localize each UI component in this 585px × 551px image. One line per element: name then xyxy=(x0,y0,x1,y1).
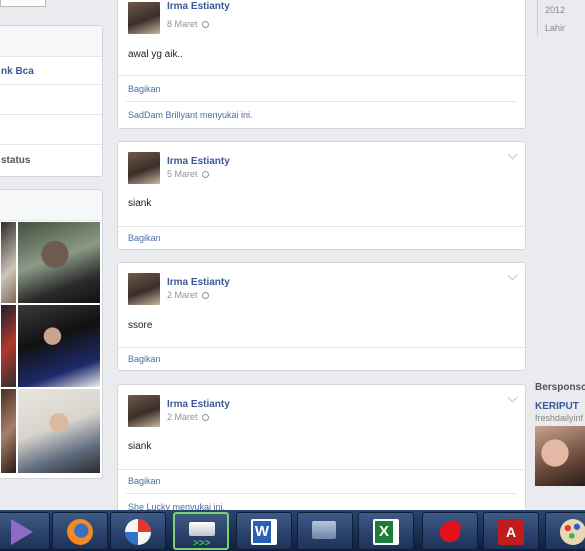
taskbar-button[interactable]: A xyxy=(483,512,539,550)
app-green-icon xyxy=(189,522,215,536)
post-divider xyxy=(118,469,525,470)
taskbar-button[interactable]: X xyxy=(358,512,414,550)
left-divider xyxy=(0,144,102,145)
post-date[interactable]: 8 Maret xyxy=(167,19,209,29)
post-author[interactable]: Irma Estianty xyxy=(167,156,230,167)
chevrons-icon: >>> xyxy=(193,538,211,549)
photo-thumb[interactable] xyxy=(17,221,101,304)
share-link[interactable]: Bagikan xyxy=(128,233,161,243)
top-left-tab xyxy=(0,0,46,7)
paint-splat-icon xyxy=(437,519,463,545)
excel-letter: X xyxy=(375,521,393,543)
photos-header xyxy=(0,190,102,221)
taskbar-button[interactable] xyxy=(422,512,478,550)
post-card: Irma Estianty 8 Maret awal yg aik.. Bagi… xyxy=(117,0,526,129)
photo-thumb[interactable] xyxy=(17,388,101,474)
post-card: Irma Estianty 2 Maret siank Bagikan She … xyxy=(117,384,526,524)
left-info-card: nk Bca status xyxy=(0,25,103,177)
ad-image[interactable] xyxy=(535,426,585,486)
year-nav-lahir[interactable]: Lahir xyxy=(545,23,565,33)
post-avatar[interactable] xyxy=(128,273,160,305)
share-link[interactable]: Bagikan xyxy=(128,476,161,486)
globe-icon xyxy=(201,292,209,299)
ad-subtitle[interactable]: freshdailyinf xyxy=(535,413,583,423)
post-divider xyxy=(126,493,517,494)
network-icon xyxy=(312,521,336,539)
photo-thumb[interactable] xyxy=(0,221,17,304)
sponsored-heading: Bersponsc xyxy=(535,382,585,393)
likes-text[interactable]: SadDam Brillyant menyukai ini. xyxy=(128,110,253,120)
paint-palette-icon xyxy=(560,519,585,545)
post-author[interactable]: Irma Estianty xyxy=(167,277,230,288)
excel-icon: X xyxy=(373,519,399,545)
share-link[interactable]: Bagikan xyxy=(128,84,161,94)
taskbar-button[interactable] xyxy=(110,512,166,550)
left-row-bca[interactable]: nk Bca xyxy=(1,66,34,77)
globe-icon xyxy=(201,21,209,28)
browser-icon xyxy=(125,519,151,545)
chevron-down-icon[interactable] xyxy=(507,270,518,281)
post-date[interactable]: 2 Maret xyxy=(167,290,209,300)
taskbar-button[interactable] xyxy=(0,512,50,550)
chevron-down-icon[interactable] xyxy=(507,392,518,403)
post-text: siank xyxy=(128,441,152,452)
chevron-down-icon[interactable] xyxy=(507,149,518,160)
taskbar-button[interactable] xyxy=(545,512,585,550)
word-icon: W xyxy=(251,519,277,545)
photo-thumb[interactable] xyxy=(0,388,17,474)
year-nav-2012[interactable]: 2012 xyxy=(545,5,565,15)
photo-thumb[interactable] xyxy=(0,304,17,388)
taskbar-button[interactable] xyxy=(52,512,108,550)
post-date[interactable]: 5 Maret xyxy=(167,169,209,179)
share-link[interactable]: Bagikan xyxy=(128,354,161,364)
post-text: siank xyxy=(128,198,152,209)
post-date[interactable]: 2 Maret xyxy=(167,412,209,422)
post-divider xyxy=(118,347,525,348)
post-text: ssore xyxy=(128,320,153,331)
firefox-icon xyxy=(67,519,93,545)
post-author[interactable]: Irma Estianty xyxy=(167,399,230,410)
left-divider xyxy=(0,84,102,85)
photo-thumb[interactable] xyxy=(17,304,101,388)
year-nav-line xyxy=(537,0,538,36)
taskbar-button[interactable] xyxy=(297,512,353,550)
globe-icon xyxy=(201,171,209,178)
taskbar-button[interactable]: W xyxy=(236,512,292,550)
acrobat-icon: A xyxy=(498,519,524,545)
globe-icon xyxy=(201,414,209,421)
post-author[interactable]: Irma Estianty xyxy=(167,1,230,12)
post-divider xyxy=(118,226,525,227)
left-info-header xyxy=(0,26,102,57)
post-card: Irma Estianty 5 Maret siank Bagikan xyxy=(117,141,526,250)
post-text: awal yg aik.. xyxy=(128,49,184,60)
visual-studio-icon xyxy=(11,519,33,545)
post-avatar[interactable] xyxy=(128,395,160,427)
word-letter: W xyxy=(253,521,271,543)
post-card: Irma Estianty 2 Maret ssore Bagikan xyxy=(117,262,526,371)
ad-title[interactable]: KERIPUT xyxy=(535,401,579,412)
post-divider xyxy=(118,75,525,76)
left-row-status[interactable]: status xyxy=(1,155,30,166)
left-divider xyxy=(0,114,102,115)
taskbar-button[interactable]: >>> xyxy=(173,512,229,550)
post-divider xyxy=(126,101,517,102)
post-avatar[interactable] xyxy=(128,2,160,34)
post-avatar[interactable] xyxy=(128,152,160,184)
